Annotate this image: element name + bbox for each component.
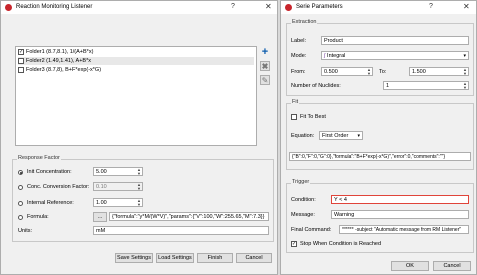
internal-reference-radio[interactable]	[18, 201, 23, 206]
list-item[interactable]: ✓ Folder1 (8.7,8.1), 1/(A+B*x)	[18, 48, 254, 56]
fit-json-input[interactable]: {"B":0,"F":0,"G":0},"formula":"B+F*exp(-…	[289, 152, 471, 161]
reaction-monitoring-window: Reaction Monitoring Listener ? ✕ ✓ Folde…	[0, 0, 278, 275]
app-logo-icon	[5, 4, 12, 11]
ok-button[interactable]: OK	[391, 261, 429, 271]
folder1-checkbox[interactable]: ✓	[18, 49, 24, 55]
nuclides-input[interactable]: 1 ▲ ▼	[383, 81, 469, 90]
conc-conversion-radio[interactable]	[18, 185, 23, 190]
internal-reference-label: Internal Reference:	[27, 200, 74, 206]
close-icon[interactable]: ✕	[265, 2, 272, 11]
serie-parameters-window: Serie Parameters ? ✕ Extraction Label: P…	[280, 0, 477, 275]
folder3-label: Folder3 (8.7,8), B+F*exp(-x*G)	[26, 67, 102, 73]
folder-list[interactable]: ✓ Folder1 (8.7,8.1), 1/(A+B*x) Folder2 (…	[15, 46, 257, 146]
save-settings-button[interactable]: Save Settings	[115, 253, 153, 263]
right-titlebar: Serie Parameters ? ✕	[281, 1, 476, 14]
to-label: To:	[379, 69, 387, 75]
folder2-label: Folder2 (1.49,1.41), A+B*x	[26, 58, 91, 64]
conc-conversion-label: Conc. Conversion Factor:	[27, 184, 90, 190]
message-input[interactable]: Warning	[331, 210, 469, 219]
condition-input[interactable]: Y < 4	[331, 195, 469, 204]
message-label: Message:	[291, 212, 315, 218]
folder2-checkbox[interactable]	[18, 58, 24, 64]
load-settings-button[interactable]: Load Settings	[156, 253, 194, 263]
final-command-input[interactable]: ****** -subject "Automatic message from …	[339, 225, 469, 234]
internal-reference-input[interactable]: 1.00 ▲ ▼	[93, 198, 143, 207]
units-input[interactable]: mM	[93, 226, 269, 235]
stop-condition-label: Stop When Condition is Reached	[300, 241, 382, 247]
final-command-label: Final Command:	[291, 227, 332, 233]
left-titlebar: Reaction Monitoring Listener ? ✕	[1, 1, 277, 14]
condition-label: Condition:	[291, 197, 316, 203]
nuclides-label: Number of Nuclides:	[291, 83, 341, 89]
formula-label: Formula:	[27, 214, 49, 220]
extraction-label: Extraction	[291, 19, 318, 25]
formula-radio[interactable]	[18, 215, 23, 220]
label-label: Label:	[291, 38, 306, 44]
response-factor-label: Response Factor	[17, 155, 61, 161]
folder3-checkbox[interactable]	[18, 67, 24, 73]
close-icon[interactable]: ✕	[463, 2, 470, 11]
formula-input[interactable]: {"formula":"y*M/(W*V)","params":{"V":100…	[109, 212, 269, 221]
to-input[interactable]: 1.500 ▲ ▼	[409, 67, 469, 76]
fit-label: Fit	[291, 99, 300, 105]
add-folder-icon[interactable]: +	[260, 47, 270, 58]
cancel-button[interactable]: Cancel	[433, 261, 471, 271]
from-input[interactable]: 0.500 ▲ ▼	[321, 67, 373, 76]
init-concentration-label: Init Concentration:	[27, 169, 72, 175]
trigger-label: Trigger	[291, 179, 311, 185]
stop-condition-checkbox[interactable]: ✓	[291, 241, 297, 247]
app-logo-icon	[285, 4, 292, 11]
list-item[interactable]: Folder3 (8.7,8), B+F*exp(-x*G)	[18, 66, 254, 74]
init-concentration-input[interactable]: 5.00 ▲ ▼	[93, 167, 143, 176]
init-concentration-radio[interactable]	[18, 170, 23, 175]
list-item[interactable]: Folder2 (1.49,1.41), A+B*x	[18, 57, 254, 65]
edit-folder-icon[interactable]: ✎	[260, 75, 270, 85]
window-title: Reaction Monitoring Listener	[16, 4, 93, 10]
label-input[interactable]: Product	[321, 36, 469, 45]
equation-select[interactable]: First Order ▾	[319, 131, 363, 140]
help-button[interactable]: ?	[429, 3, 433, 10]
window-title: Serie Parameters	[296, 4, 343, 10]
fit-to-best-checkbox[interactable]	[291, 114, 297, 120]
cancel-button[interactable]: Cancel	[236, 253, 272, 263]
equation-label: Equation:	[291, 133, 315, 139]
from-label: From:	[291, 69, 306, 75]
units-label: Units:	[18, 228, 33, 234]
folder1-label: Folder1 (8.7,8.1), 1/(A+B*x)	[26, 49, 94, 55]
mode-label: Mode:	[291, 53, 307, 59]
finish-button[interactable]: Finish	[197, 253, 233, 263]
formula-browse-button[interactable]: ...	[93, 212, 107, 222]
fit-to-best-label: Fit To Best	[300, 114, 326, 120]
mode-select[interactable]: ∫ Integral ▾	[321, 51, 469, 60]
help-button[interactable]: ?	[231, 3, 235, 10]
remove-folder-icon[interactable]: ✖	[260, 61, 270, 71]
conc-conversion-input[interactable]: 0.10 ▲ ▼	[93, 182, 143, 191]
